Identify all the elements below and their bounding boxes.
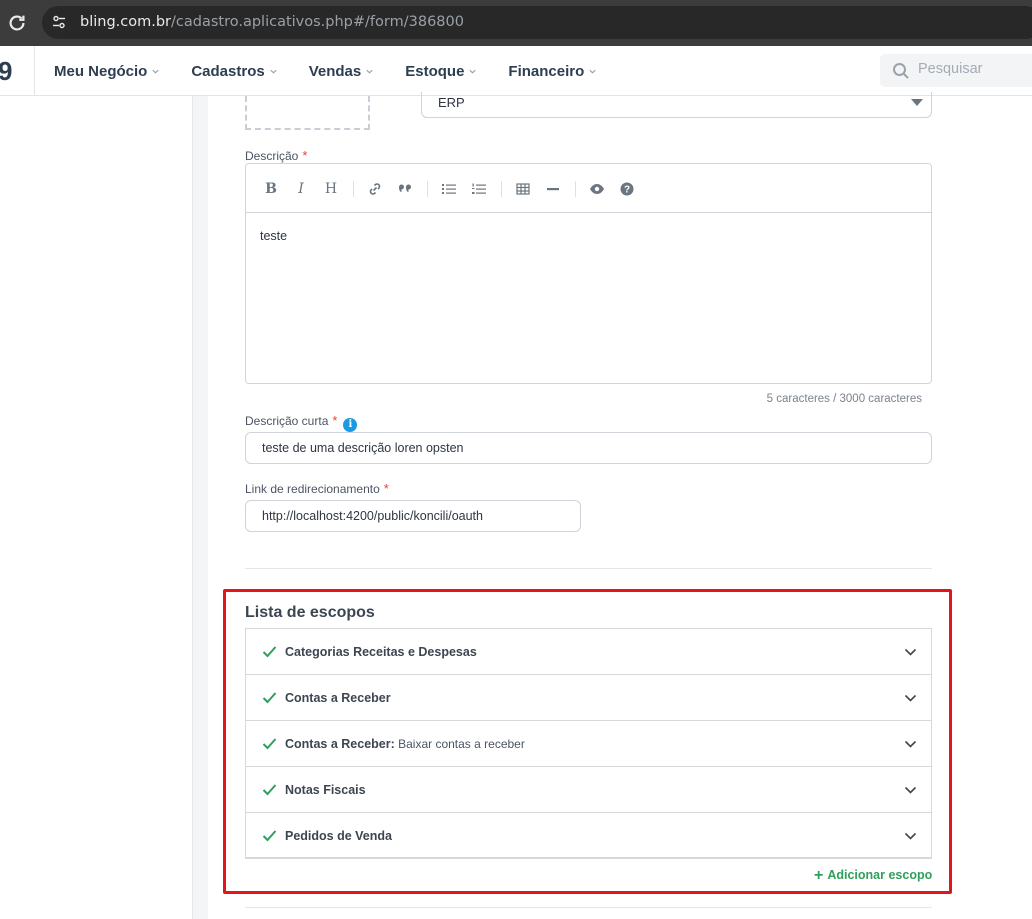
- caret-down-icon: [911, 99, 923, 106]
- description-text[interactable]: teste: [260, 229, 287, 243]
- info-icon[interactable]: i: [343, 418, 358, 432]
- search-icon: [893, 63, 909, 79]
- nav-vendas[interactable]: Vendas: [309, 63, 375, 80]
- chevron-down-icon: [366, 69, 373, 74]
- redirect-link-value: http://localhost:4200/public/koncili/oau…: [262, 509, 483, 523]
- table-icon[interactable]: [515, 181, 531, 197]
- reload-icon[interactable]: [6, 12, 28, 34]
- italic-icon[interactable]: I: [293, 181, 309, 197]
- help-icon[interactable]: ?: [619, 181, 635, 197]
- header-divider: [34, 46, 35, 96]
- search-box[interactable]: [880, 54, 1032, 87]
- preview-icon[interactable]: [589, 181, 605, 197]
- horizontal-rule-icon[interactable]: [545, 181, 561, 197]
- short-description-label: Descrição curta * i: [245, 413, 358, 432]
- category-select[interactable]: ERP: [421, 92, 932, 118]
- redirect-link-input[interactable]: http://localhost:4200/public/koncili/oau…: [245, 500, 581, 532]
- page-gutter: [194, 96, 208, 919]
- nav-cadastros[interactable]: Cadastros: [191, 63, 277, 80]
- site-settings-icon[interactable]: [52, 15, 66, 29]
- editor-toolbar: B I H ?: [246, 164, 931, 213]
- url-text: bling.com.br/cadastro.aplicativos.php#/f…: [80, 14, 464, 30]
- browser-chrome: bling.com.br/cadastro.aplicativos.php#/f…: [0, 0, 1032, 46]
- heading-icon[interactable]: H: [323, 181, 339, 197]
- quote-icon[interactable]: [397, 181, 413, 197]
- toolbar-separator: [353, 181, 354, 197]
- bulleted-list-icon[interactable]: [441, 181, 457, 197]
- section-divider: [245, 568, 932, 569]
- sidebar: [0, 96, 193, 919]
- description-label: Descrição *: [245, 148, 308, 163]
- nav-meu-negocio[interactable]: Meu Negócio: [54, 63, 160, 80]
- toolbar-separator: [575, 181, 576, 197]
- toolbar-separator: [501, 181, 502, 197]
- chevron-down-icon: [589, 69, 596, 74]
- search-input[interactable]: [918, 61, 1032, 77]
- numbered-list-icon[interactable]: [471, 181, 487, 197]
- section-divider: [245, 907, 932, 908]
- image-upload-area[interactable]: [245, 96, 370, 130]
- svg-text:?: ?: [624, 185, 630, 196]
- main-nav: Meu Negócio Cadastros Vendas Estoque Fin…: [54, 46, 628, 96]
- highlight-annotation: [223, 589, 952, 894]
- category-select-value: ERP: [438, 95, 465, 110]
- nav-estoque[interactable]: Estoque: [405, 63, 477, 80]
- link-icon[interactable]: [367, 181, 383, 197]
- logo[interactable]: 9: [0, 56, 12, 87]
- chevron-down-icon: [469, 69, 477, 74]
- short-description-value: teste de uma descrição loren opsten: [262, 441, 464, 455]
- app-header: 9 Meu Negócio Cadastros Vendas Estoque F…: [0, 46, 1032, 96]
- redirect-link-label: Link de redirecionamento *: [245, 481, 389, 496]
- character-counter: 5 caracteres / 3000 caracteres: [766, 393, 922, 405]
- chevron-down-icon: [270, 69, 277, 74]
- address-bar[interactable]: bling.com.br/cadastro.aplicativos.php#/f…: [42, 6, 1032, 39]
- short-description-input[interactable]: teste de uma descrição loren opsten: [245, 432, 932, 464]
- toolbar-separator: [427, 181, 428, 197]
- bold-icon[interactable]: B: [263, 181, 279, 197]
- chevron-down-icon: [152, 69, 159, 74]
- description-editor[interactable]: B I H ? teste: [245, 163, 932, 384]
- nav-financeiro[interactable]: Financeiro: [508, 63, 597, 80]
